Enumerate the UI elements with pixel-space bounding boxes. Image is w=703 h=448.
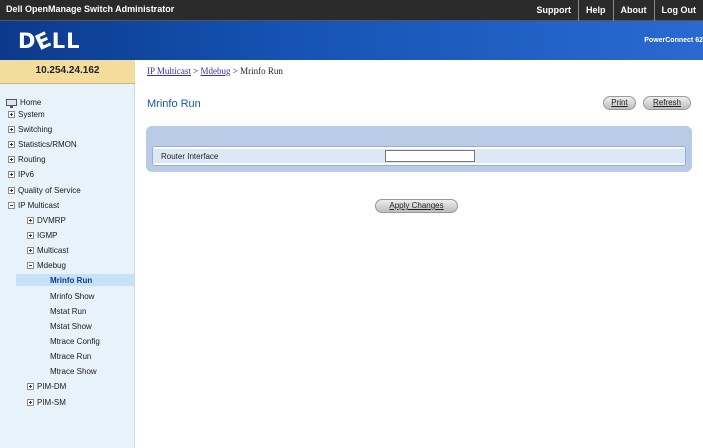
apply-changes-button[interactable]: Apply Changes xyxy=(375,199,458,213)
print-button[interactable]: Print xyxy=(603,96,636,110)
collapse-icon[interactable] xyxy=(27,261,34,269)
sidebar-item-label: PIM-DM xyxy=(37,381,67,391)
sidebar-item-ipv6[interactable]: IPv6 xyxy=(8,168,34,180)
breadcrumb-separator: > xyxy=(193,66,199,76)
brand-bar: DELL PowerConnect 62 xyxy=(0,21,703,60)
breadcrumb-link-mdebug[interactable]: Mdebug xyxy=(201,66,231,76)
sidebar-item-pim-dm[interactable]: PIM-DM xyxy=(27,380,66,392)
expand-icon[interactable] xyxy=(27,231,34,239)
refresh-button[interactable]: Refresh xyxy=(643,96,691,110)
expand-icon[interactable] xyxy=(27,246,34,254)
sidebar-item-mstat-show[interactable]: Mstat Show xyxy=(50,320,92,332)
sidebar-item-label: Mtrace Run xyxy=(50,351,92,361)
logout-link[interactable]: Log Out xyxy=(653,0,703,21)
sidebar-item-mtrace-config[interactable]: Mtrace Config xyxy=(50,335,100,347)
sidebar-item-label: Mtrace Config xyxy=(50,336,100,346)
sidebar-item-label: Quality of Service xyxy=(18,185,81,195)
sidebar-item-ip-multicast[interactable]: IP Multicast xyxy=(8,199,59,211)
sidebar-item-label: IP Multicast xyxy=(18,200,60,210)
breadcrumb-link-ip-multicast[interactable]: IP Multicast xyxy=(147,66,191,76)
sidebar-item-label: Routing xyxy=(18,154,46,164)
sidebar-item-multicast[interactable]: Multicast xyxy=(27,244,69,256)
app-window: Dell OpenManage Switch Administrator Sup… xyxy=(0,0,703,448)
sidebar-item-label: PIM-SM xyxy=(37,397,66,407)
table-row: Router Interface xyxy=(153,149,685,163)
sidebar-item-mrinfo-run[interactable]: Mrinfo Run xyxy=(16,274,134,286)
sidebar-item-routing[interactable]: Routing xyxy=(8,153,46,165)
sidebar-item-mrinfo-show[interactable]: Mrinfo Show xyxy=(50,290,94,302)
expand-icon[interactable] xyxy=(8,140,15,148)
expand-icon[interactable] xyxy=(27,216,34,224)
sidebar-item-mtrace-run[interactable]: Mtrace Run xyxy=(50,350,91,362)
dell-logo: DELL xyxy=(18,26,81,56)
collapse-icon[interactable] xyxy=(8,201,15,209)
breadcrumb-separator: > xyxy=(232,66,238,76)
sidebar-item-label: Mstat Run xyxy=(50,306,87,316)
sidebar-item-pim-sm[interactable]: PIM-SM xyxy=(27,396,66,408)
sidebar: Home System Switching Statistics/RMON Ro… xyxy=(0,84,135,448)
sidebar-item-system[interactable]: System xyxy=(8,108,45,120)
sidebar-item-label: Mdebug xyxy=(37,260,66,270)
page-title: Mrinfo Run xyxy=(147,98,201,110)
app-title: Dell OpenManage Switch Administrator xyxy=(6,4,175,14)
expand-icon[interactable] xyxy=(8,186,15,194)
product-name: PowerConnect 62 xyxy=(644,37,703,44)
sidebar-item-label: DVMRP xyxy=(37,215,66,225)
sidebar-item-mstat-run[interactable]: Mstat Run xyxy=(50,305,86,317)
breadcrumb: IP Multicast > Mdebug > Mrinfo Run xyxy=(147,66,283,76)
support-link[interactable]: Support xyxy=(529,0,578,21)
help-link[interactable]: Help xyxy=(577,0,613,21)
sidebar-item-label: Statistics/RMON xyxy=(18,139,77,149)
sidebar-item-label: Mrinfo Run xyxy=(50,275,93,285)
settings-panel: Router Interface xyxy=(146,126,692,172)
expand-icon[interactable] xyxy=(8,155,15,163)
top-links: Support Help About Log Out xyxy=(529,0,703,21)
top-bar: Dell OpenManage Switch Administrator Sup… xyxy=(0,0,703,21)
sidebar-item-igmp[interactable]: IGMP xyxy=(27,229,57,241)
sidebar-item-label: Mtrace Show xyxy=(50,366,97,376)
sidebar-item-quality-of-service[interactable]: Quality of Service xyxy=(8,184,81,196)
sidebar-item-label: IGMP xyxy=(37,230,58,240)
router-interface-label: Router Interface xyxy=(161,152,219,161)
sidebar-item-label: Switching xyxy=(18,124,53,134)
expand-icon[interactable] xyxy=(8,125,15,133)
expand-icon[interactable] xyxy=(27,398,34,406)
sidebar-item-mtrace-show[interactable]: Mtrace Show xyxy=(50,365,97,377)
sidebar-item-home[interactable]: Home xyxy=(6,96,41,108)
sidebar-item-mdebug[interactable]: Mdebug xyxy=(27,259,66,271)
settings-table: Router Interface xyxy=(152,146,686,166)
expand-icon[interactable] xyxy=(8,170,15,178)
home-icon xyxy=(6,98,17,108)
device-ip-box: 10.254.24.162 xyxy=(0,60,135,84)
sidebar-item-label: IPv6 xyxy=(18,169,35,179)
expand-icon[interactable] xyxy=(8,110,15,118)
sidebar-item-switching[interactable]: Switching xyxy=(8,123,52,135)
sidebar-item-label: Mstat Show xyxy=(50,321,92,331)
sidebar-item-label: System xyxy=(18,109,45,119)
router-interface-input[interactable] xyxy=(385,150,475,162)
expand-icon[interactable] xyxy=(27,382,34,390)
device-ip: 10.254.24.162 xyxy=(35,65,100,76)
sidebar-item-label: Mrinfo Show xyxy=(50,291,95,301)
about-link[interactable]: About xyxy=(612,0,654,21)
sidebar-item-dvmrp[interactable]: DVMRP xyxy=(27,214,66,226)
breadcrumb-current: Mrinfo Run xyxy=(240,66,283,76)
sidebar-item-label: Home xyxy=(20,97,42,107)
sidebar-item-statistics-rmon[interactable]: Statistics/RMON xyxy=(8,138,77,150)
sidebar-item-label: Multicast xyxy=(37,245,69,255)
